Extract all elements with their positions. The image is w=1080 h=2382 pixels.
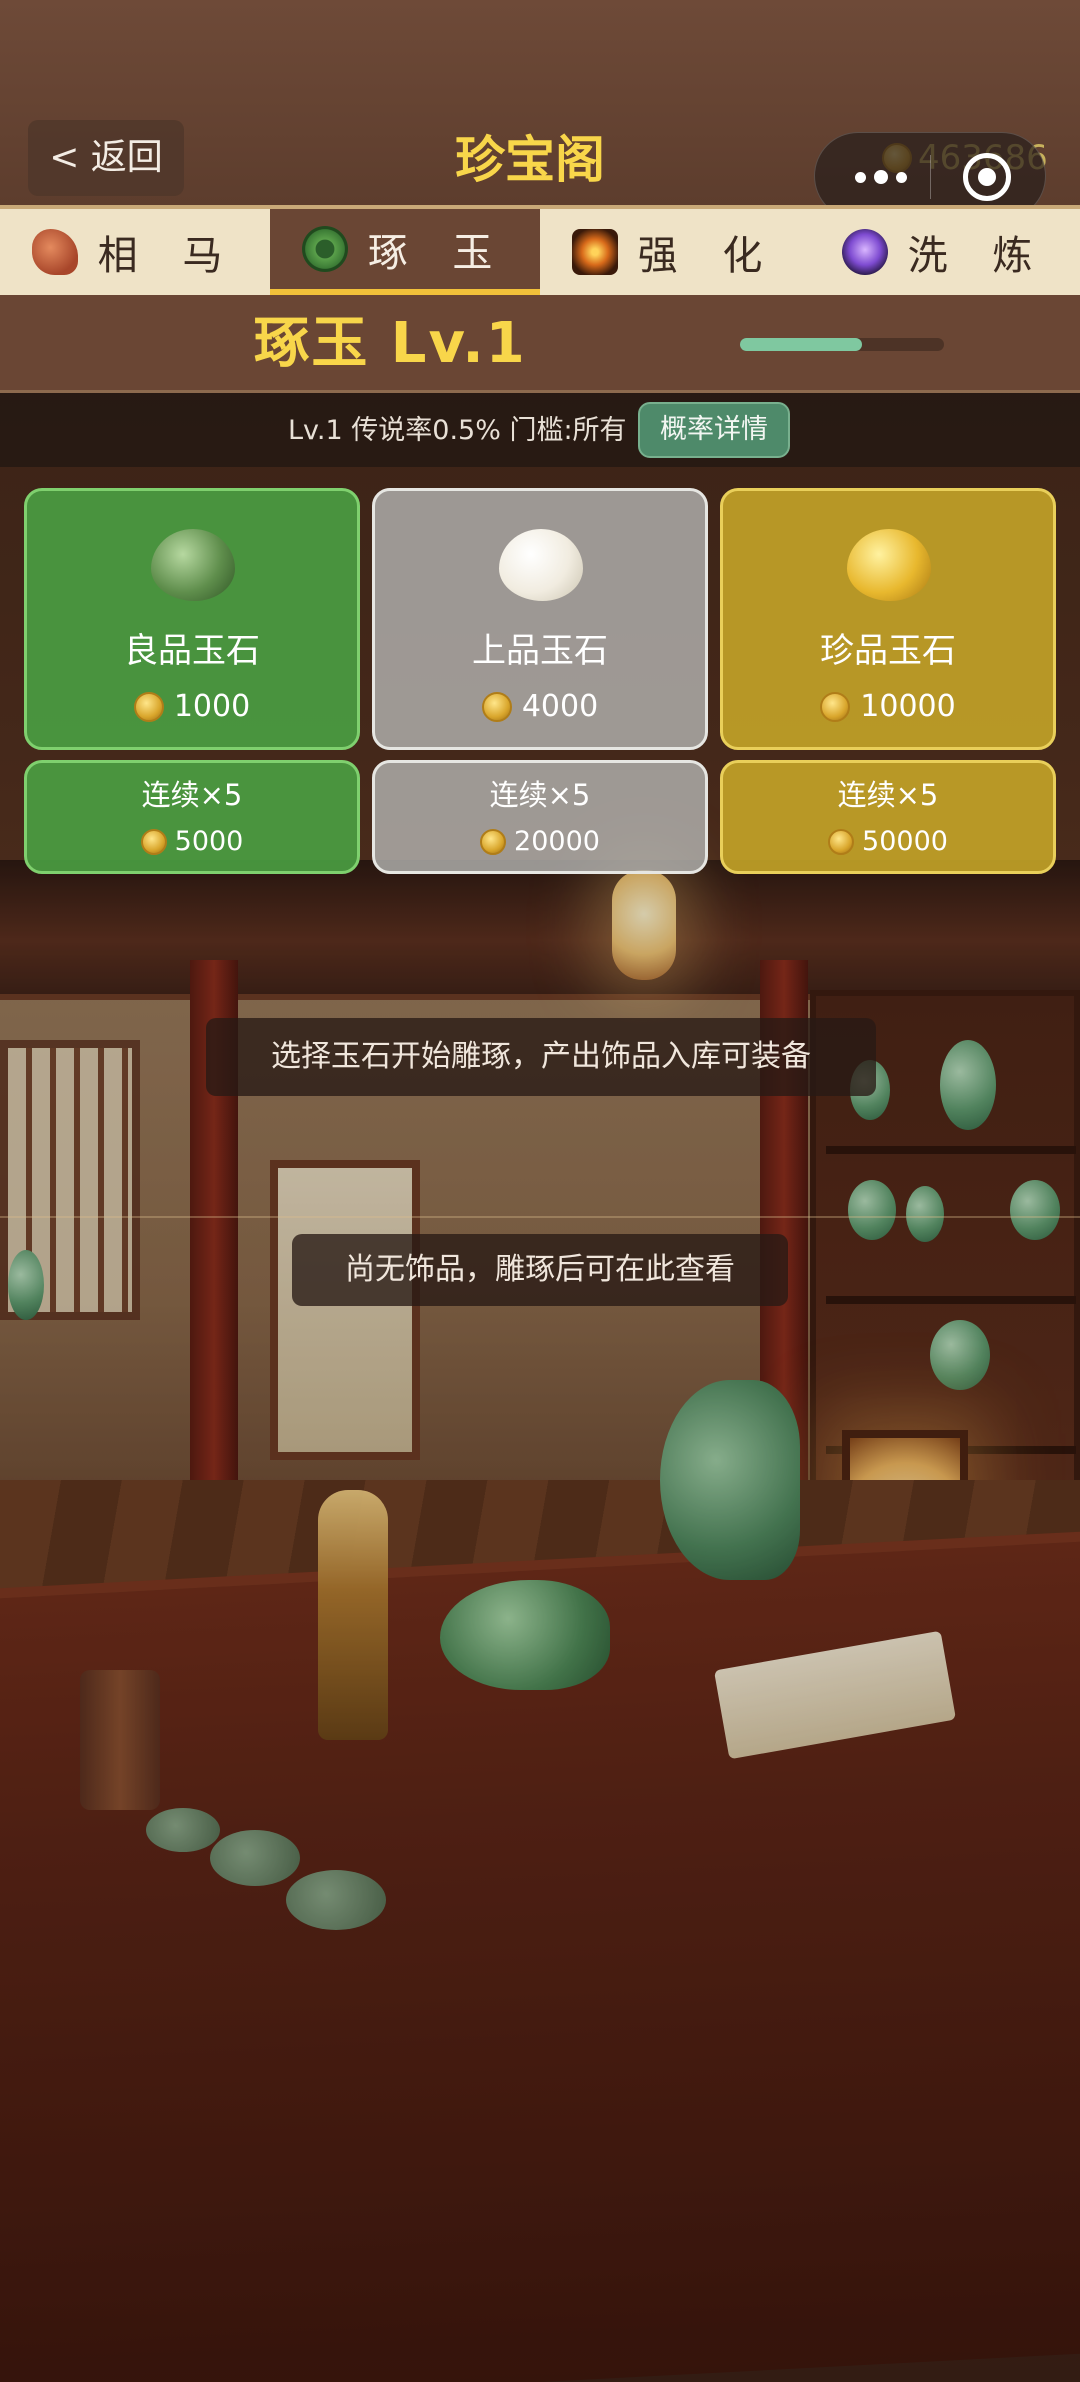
stone-card-fine[interactable]: 上品玉石 4000	[372, 488, 708, 750]
gold-jade-stone-icon	[847, 529, 931, 601]
combo-button-fine[interactable]: 连续×5 20000	[372, 760, 708, 874]
back-button[interactable]: < 返回	[28, 120, 184, 196]
tab-bar: 相 马 琢 玉 强 化 洗 炼	[0, 205, 1080, 295]
stone-price-value: 4000	[521, 689, 599, 724]
combo-price: 20000	[375, 823, 705, 861]
more-icon[interactable]	[841, 161, 921, 193]
white-jade-stone-icon	[499, 529, 583, 601]
stone-card-good[interactable]: 良品玉石 1000	[24, 488, 360, 750]
coin-icon	[133, 692, 164, 722]
stone-price: 4000	[375, 687, 705, 727]
tab-label: 相 马	[97, 233, 239, 279]
tab-horse[interactable]: 相 马	[0, 209, 270, 295]
combo-price: 50000	[723, 823, 1053, 861]
tab-refine[interactable]: 洗 炼	[810, 209, 1080, 295]
combo-price: 5000	[27, 823, 357, 861]
combo-label: 连续×5	[489, 778, 591, 812]
forge-icon	[571, 229, 618, 275]
stone-name: 上品玉石	[472, 631, 608, 671]
info-strip: Lv.1 传说率0.5% 门槛:所有	[0, 393, 1080, 467]
stone-name: 良品玉石	[124, 631, 260, 671]
stone-price: 10000	[723, 687, 1053, 727]
probability-details-button[interactable]: 概率详情	[638, 402, 790, 458]
combo-label: 连续×5	[837, 778, 939, 812]
coin-icon	[140, 829, 167, 855]
level-progress-bar	[740, 338, 944, 351]
horse-icon	[31, 229, 78, 275]
coin-icon	[481, 692, 512, 722]
stone-card-rare[interactable]: 珍品玉石 10000	[720, 488, 1056, 750]
coin-icon	[820, 692, 851, 722]
divider	[0, 1216, 1080, 1218]
stone-price-value: 10000	[860, 689, 956, 724]
combo-price-value: 5000	[174, 826, 244, 857]
page-title: 珍宝阁	[455, 131, 605, 189]
carving-hint: 选择玉石开始雕琢，产出饰品入库可装备	[206, 1018, 876, 1096]
combo-price-value: 20000	[514, 826, 600, 857]
green-jade-stone-icon	[151, 529, 235, 601]
combo-label: 连续×5	[141, 778, 243, 812]
close-icon[interactable]	[963, 153, 1011, 201]
level-progress-fill	[740, 338, 863, 351]
coin-icon	[828, 829, 855, 855]
coin-icon	[480, 829, 507, 855]
tab-label: 洗 炼	[907, 233, 1049, 279]
level-title: 琢玉 Lv.1	[253, 311, 527, 376]
tab-label: 强 化	[637, 233, 779, 279]
purple-orb-icon	[841, 229, 888, 275]
tab-label: 琢 玉	[367, 230, 509, 276]
stone-price-value: 1000	[173, 689, 251, 724]
combo-button-rare[interactable]: 连续×5 50000	[720, 760, 1056, 874]
empty-inventory-message: 尚无饰品，雕琢后可在此查看	[292, 1234, 788, 1306]
tab-jade[interactable]: 琢 玉	[270, 209, 540, 295]
combo-price-value: 50000	[862, 826, 948, 857]
combo-button-good[interactable]: 连续×5 5000	[24, 760, 360, 874]
rate-info-text: Lv.1 传说率0.5% 门槛:所有	[288, 415, 627, 446]
jade-ring-icon	[301, 226, 348, 272]
stone-name: 珍品玉石	[820, 631, 956, 671]
stone-price: 1000	[27, 687, 357, 727]
tab-enhance[interactable]: 强 化	[540, 209, 810, 295]
